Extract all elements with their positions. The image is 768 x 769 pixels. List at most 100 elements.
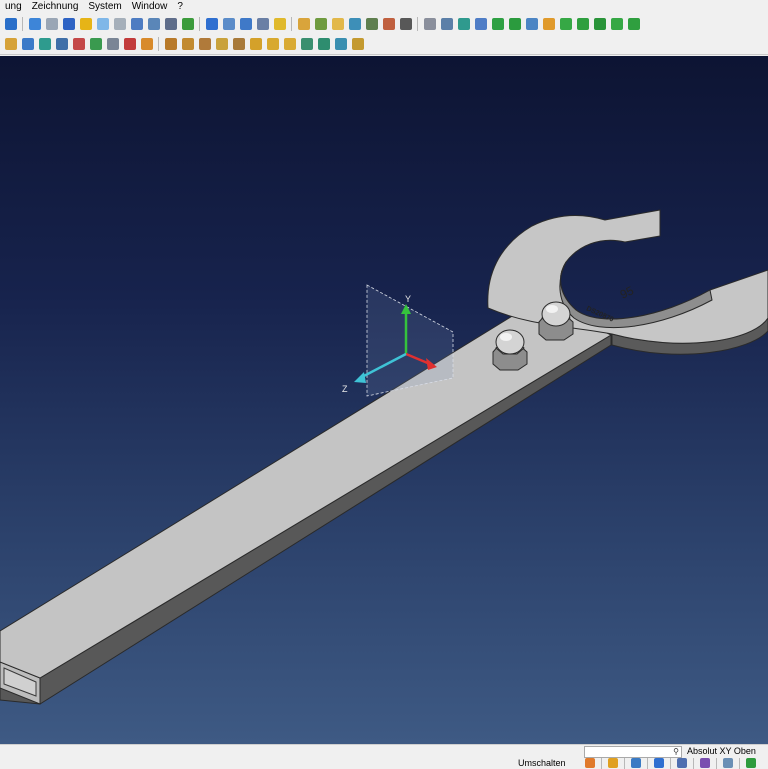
axis-button[interactable] bbox=[239, 17, 253, 31]
text-edit-button[interactable] bbox=[181, 37, 195, 51]
menu-item[interactable]: ung bbox=[0, 0, 27, 14]
red-cube-button[interactable] bbox=[72, 37, 86, 51]
target-button[interactable] bbox=[317, 37, 331, 51]
help-button[interactable] bbox=[653, 757, 665, 769]
shape-button[interactable] bbox=[4, 37, 18, 51]
layers-button[interactable] bbox=[365, 17, 379, 31]
flag-button[interactable] bbox=[283, 37, 297, 51]
rotate-view-button[interactable] bbox=[525, 17, 539, 31]
coordinate-triad[interactable]: Y Z bbox=[342, 284, 454, 397]
menu-item[interactable]: Window bbox=[127, 0, 173, 14]
blue-box-button[interactable] bbox=[21, 37, 35, 51]
link-button[interactable] bbox=[382, 17, 396, 31]
edit-icon bbox=[256, 17, 269, 30]
green-box-button[interactable] bbox=[576, 17, 590, 31]
open-folder-icon bbox=[331, 17, 344, 30]
green-cube-button[interactable] bbox=[89, 37, 103, 51]
refresh-button[interactable] bbox=[28, 17, 42, 31]
3d-viewport[interactable]: 95 DS20870 Y Z bbox=[0, 56, 768, 744]
toolbar-separator bbox=[417, 16, 418, 31]
layout-button[interactable] bbox=[584, 757, 596, 769]
green-box-button[interactable] bbox=[559, 17, 573, 31]
toolbar-separator bbox=[158, 36, 159, 51]
cube-button[interactable] bbox=[55, 37, 69, 51]
pen-button[interactable] bbox=[630, 757, 642, 769]
green-arrow-button[interactable] bbox=[491, 17, 505, 31]
grid-text-button[interactable] bbox=[215, 37, 229, 51]
cylinder-button[interactable] bbox=[722, 757, 734, 769]
view-button[interactable] bbox=[440, 17, 454, 31]
export-button[interactable] bbox=[140, 37, 154, 51]
teal-box-button[interactable] bbox=[38, 37, 52, 51]
green-box-button[interactable] bbox=[627, 17, 641, 31]
tag-button[interactable] bbox=[314, 17, 328, 31]
angle-button[interactable] bbox=[249, 37, 263, 51]
green-box-button[interactable] bbox=[610, 17, 624, 31]
menu-item[interactable]: System bbox=[83, 0, 126, 14]
layers-button[interactable] bbox=[676, 757, 688, 769]
toolbar-separator bbox=[199, 16, 200, 31]
hatch-button[interactable] bbox=[232, 37, 246, 51]
delete-cube-button[interactable] bbox=[123, 37, 137, 51]
yellow-cylinder-button[interactable] bbox=[79, 17, 93, 31]
green-box-icon bbox=[576, 17, 589, 30]
coordinate-icon bbox=[423, 17, 436, 30]
graduation-button[interactable] bbox=[542, 17, 556, 31]
hat-button[interactable] bbox=[699, 757, 711, 769]
cylinder-outline-button[interactable] bbox=[45, 17, 59, 31]
menu-item[interactable]: Zeichnung bbox=[27, 0, 84, 14]
menu-item[interactable]: ? bbox=[172, 0, 188, 14]
gray-cube-button[interactable] bbox=[106, 37, 120, 51]
toolbar-separator bbox=[647, 757, 648, 769]
coordinate-button[interactable] bbox=[423, 17, 437, 31]
text-button[interactable] bbox=[198, 37, 212, 51]
folder-tree-button[interactable] bbox=[297, 17, 311, 31]
blue-cylinder-button[interactable] bbox=[62, 17, 76, 31]
text-button[interactable] bbox=[164, 37, 178, 51]
cube-icon bbox=[55, 37, 68, 50]
panel-button[interactable] bbox=[300, 37, 314, 51]
checklist-button[interactable] bbox=[334, 37, 348, 51]
green-box-button[interactable] bbox=[593, 17, 607, 31]
smile-icon bbox=[273, 17, 286, 30]
car-button[interactable] bbox=[399, 17, 413, 31]
transform-button[interactable] bbox=[474, 17, 488, 31]
cylinder-outline-button[interactable] bbox=[113, 17, 127, 31]
measure-button[interactable] bbox=[222, 17, 236, 31]
light-cylinder-button[interactable] bbox=[96, 17, 110, 31]
color-button[interactable] bbox=[607, 757, 619, 769]
smile-button[interactable] bbox=[273, 17, 287, 31]
zoom-button[interactable] bbox=[266, 37, 280, 51]
red-cube-icon bbox=[72, 37, 85, 50]
rotate-button[interactable] bbox=[745, 757, 757, 769]
cap-nut-front[interactable] bbox=[492, 329, 528, 371]
network-button[interactable] bbox=[348, 17, 362, 31]
stack-icon bbox=[147, 17, 160, 30]
switch-button[interactable]: Umschalten bbox=[515, 757, 569, 769]
cap-nut-rear[interactable] bbox=[538, 301, 574, 341]
bracket-button[interactable] bbox=[457, 17, 471, 31]
checklist-icon bbox=[334, 37, 347, 50]
delete-cube-icon bbox=[123, 37, 136, 50]
light-cylinder-icon bbox=[96, 17, 109, 30]
settings-button[interactable] bbox=[164, 17, 178, 31]
green-globe-button[interactable] bbox=[181, 17, 195, 31]
blue-arrow-button[interactable] bbox=[4, 17, 18, 31]
toolbar-separator bbox=[291, 16, 292, 31]
database-button[interactable] bbox=[130, 17, 144, 31]
blue-arrow-icon bbox=[4, 17, 17, 30]
question-button[interactable] bbox=[205, 17, 219, 31]
secondary-toolbar bbox=[0, 33, 768, 55]
tag-icon bbox=[314, 17, 327, 30]
green-rotate-button[interactable] bbox=[508, 17, 522, 31]
wrench-model-view[interactable]: 95 DS20870 Y Z bbox=[0, 56, 768, 744]
open-folder-button[interactable] bbox=[331, 17, 345, 31]
cylinder-outline-icon bbox=[113, 17, 126, 30]
panel-icon bbox=[300, 37, 313, 50]
pattern-button[interactable] bbox=[351, 37, 365, 51]
stack-button[interactable] bbox=[147, 17, 161, 31]
current-view-label: Absolut XY Oben bbox=[687, 746, 756, 756]
toolbar-separator bbox=[716, 757, 717, 769]
z-axis-label: Z bbox=[342, 384, 348, 394]
edit-button[interactable] bbox=[256, 17, 270, 31]
